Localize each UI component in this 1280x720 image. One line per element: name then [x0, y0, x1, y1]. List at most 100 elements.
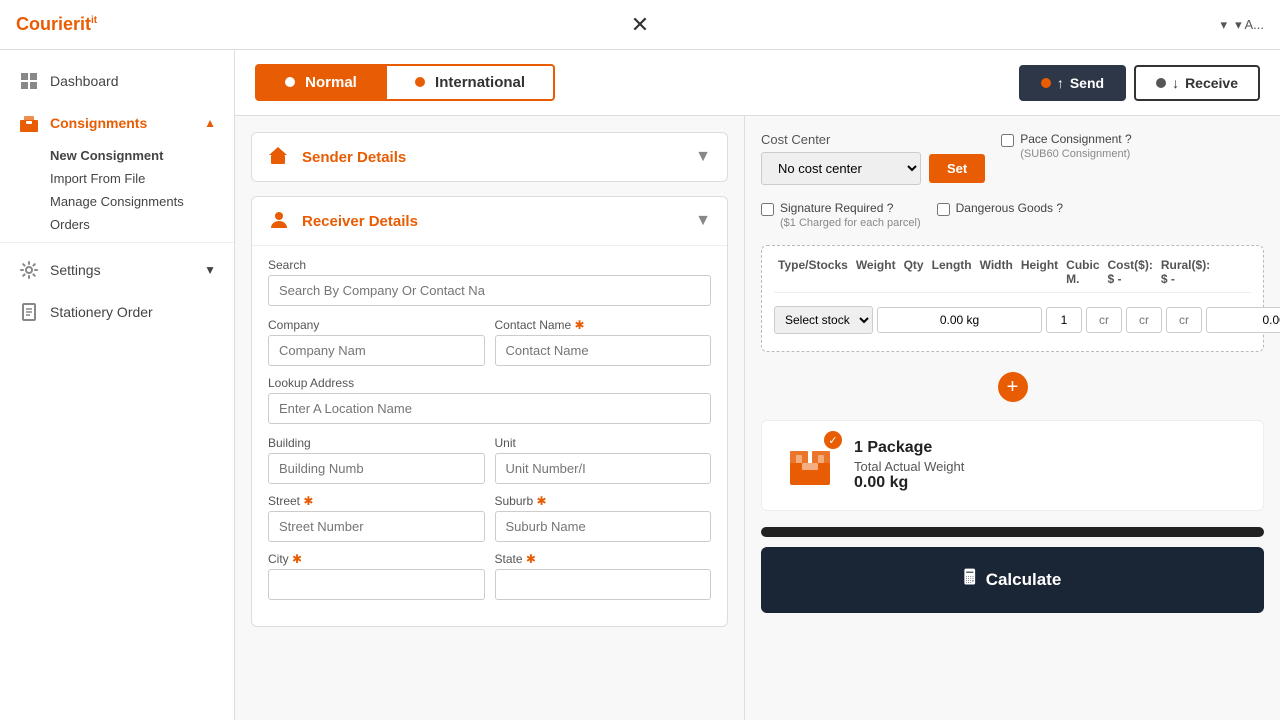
col-header-rural: Rural($): $ -: [1157, 258, 1214, 286]
sidebar-sub-label-import: Import From File: [50, 171, 145, 186]
dangerous-goods-group: Dangerous Goods ?: [937, 201, 1063, 216]
sidebar-item-consignments[interactable]: Consignments ▲: [0, 102, 234, 144]
city-input[interactable]: [268, 569, 485, 600]
left-panel: Sender Details ▼ Receiver Details: [235, 116, 745, 720]
cost-center-row: Cost Center No cost center Set Pace Cons…: [761, 132, 1264, 229]
grid-icon: [18, 70, 40, 92]
suburb-input[interactable]: [495, 511, 712, 542]
height-input[interactable]: [1166, 307, 1202, 333]
cost-center-select[interactable]: No cost center: [761, 152, 921, 185]
company-contact-row: Company Contact Name ✱: [268, 318, 711, 366]
receiver-details-body: Search Company: [252, 245, 727, 626]
receiver-icon: [268, 209, 292, 233]
col-header-length: Length: [928, 258, 976, 286]
close-button[interactable]: ✕: [631, 12, 649, 38]
btn-send[interactable]: ↑ Send: [1019, 65, 1126, 101]
radio-international: [415, 77, 425, 87]
tab-international[interactable]: International: [387, 64, 555, 101]
radio-send: [1041, 78, 1051, 88]
dangerous-checkbox[interactable]: [937, 203, 950, 216]
width-input[interactable]: [1126, 307, 1162, 333]
qty-input[interactable]: [1046, 307, 1082, 333]
receiver-details-header[interactable]: Receiver Details ▼: [252, 197, 727, 245]
search-label: Search: [268, 258, 711, 272]
sidebar-item-dashboard[interactable]: Dashboard: [0, 60, 234, 102]
suburb-label: Suburb ✱: [495, 494, 712, 508]
sidebar: Dashboard Consignments ▲ New Consignment…: [0, 50, 235, 720]
pace-checkbox[interactable]: [1001, 134, 1014, 147]
state-label: State ✱: [495, 552, 712, 566]
search-section: Search: [268, 258, 711, 306]
box-icon: [18, 112, 40, 134]
cubic-input[interactable]: [1206, 307, 1280, 333]
lookup-label: Lookup Address: [268, 376, 711, 390]
contact-name-label: Contact Name ✱: [495, 318, 712, 332]
right-panel: Cost Center No cost center Set Pace Cons…: [745, 116, 1280, 720]
sidebar-item-import-from-file[interactable]: Import From File: [0, 167, 234, 190]
send-up-icon: ↑: [1057, 75, 1064, 91]
package-count: 1 Package: [854, 439, 1243, 457]
stock-table-row: Select stock 💾 Save Stock: [774, 301, 1251, 339]
unit-input[interactable]: [495, 453, 712, 484]
signature-label: Signature Required ?: [780, 201, 893, 215]
stock-table-header: Type/Stocks Weight Qty Length Width Heig…: [774, 258, 1251, 293]
signature-checkbox[interactable]: [761, 203, 774, 216]
logo: Courieritit: [16, 14, 97, 35]
signature-required-group: Signature Required ? ($1 Charged for eac…: [761, 201, 921, 229]
sidebar-item-settings[interactable]: Settings ▼: [0, 249, 234, 291]
summary-card: ✓ 1 Package Total Actual Weight 0.00 kg: [761, 420, 1264, 511]
lookup-input[interactable]: [268, 393, 711, 424]
tab-normal[interactable]: Normal: [255, 64, 387, 101]
radio-normal: [285, 77, 295, 87]
street-input[interactable]: [268, 511, 485, 542]
user-label: ▾ A...: [1235, 17, 1264, 33]
state-input[interactable]: [495, 569, 712, 600]
settings-icon: [18, 259, 40, 281]
sender-details-header[interactable]: Sender Details ▼: [252, 133, 727, 181]
col-header-weight: Weight: [852, 258, 900, 286]
sidebar-sub-label-manage: Manage Consignments: [50, 194, 184, 209]
form-area: Sender Details ▼ Receiver Details: [235, 116, 1280, 720]
weight-input[interactable]: [877, 307, 1042, 333]
sidebar-item-orders[interactable]: Orders: [0, 213, 234, 236]
sidebar-sub-label-new: New Consignment: [50, 148, 163, 163]
col-header-width: Width: [976, 258, 1017, 286]
length-input[interactable]: [1086, 307, 1122, 333]
stock-type-select[interactable]: Select stock: [774, 306, 873, 334]
search-input[interactable]: [268, 275, 711, 306]
contact-name-input[interactable]: [495, 335, 712, 366]
company-label: Company: [268, 318, 485, 332]
progress-bar: [761, 527, 1264, 537]
pace-sub: (SUB60 Consignment): [1020, 148, 1130, 160]
company-input[interactable]: [268, 335, 485, 366]
receiver-details-title: Receiver Details: [302, 213, 418, 230]
sidebar-item-manage-consignments[interactable]: Manage Consignments: [0, 190, 234, 213]
building-unit-row: Building Unit: [268, 436, 711, 484]
stationery-icon: [18, 301, 40, 323]
city-state-row: City ✱ State ✱: [268, 552, 711, 600]
calculator-icon: 🖩: [964, 563, 976, 597]
sidebar-item-label-consignments: Consignments: [50, 115, 147, 131]
calculate-button[interactable]: 🖩 Calculate: [761, 547, 1264, 613]
sender-icon: [268, 145, 292, 169]
building-input[interactable]: [268, 453, 485, 484]
user-menu[interactable]: ▾ ▾ A...: [1221, 17, 1264, 33]
sidebar-item-stationery-order[interactable]: Stationery Order: [0, 291, 234, 333]
receive-down-icon: ↓: [1172, 75, 1179, 91]
summary-area: ✓ 1 Package Total Actual Weight 0.00 kg …: [761, 420, 1264, 613]
type-tabs-bar: Normal International ↑ Send ↓ Receive: [235, 50, 1280, 116]
col-header-qty: Qty: [900, 258, 928, 286]
summary-info: 1 Package Total Actual Weight 0.00 kg: [854, 439, 1243, 492]
cost-center-label: Cost Center: [761, 132, 985, 147]
sender-details-title: Sender Details: [302, 149, 406, 166]
action-btns-group: ↑ Send ↓ Receive: [1019, 65, 1260, 101]
sidebar-item-label-stationery: Stationery Order: [50, 304, 153, 320]
pace-label: Pace Consignment ?: [1020, 132, 1131, 146]
lookup-section: Lookup Address: [268, 376, 711, 424]
col-header-type: Type/Stocks: [774, 258, 852, 286]
btn-receive[interactable]: ↓ Receive: [1134, 65, 1260, 101]
sidebar-item-new-consignment[interactable]: New Consignment: [0, 144, 234, 167]
add-row-button[interactable]: +: [998, 372, 1028, 402]
topbar: Courieritit ✕ ▾ ▾ A...: [0, 0, 1280, 50]
set-button[interactable]: Set: [929, 154, 985, 183]
